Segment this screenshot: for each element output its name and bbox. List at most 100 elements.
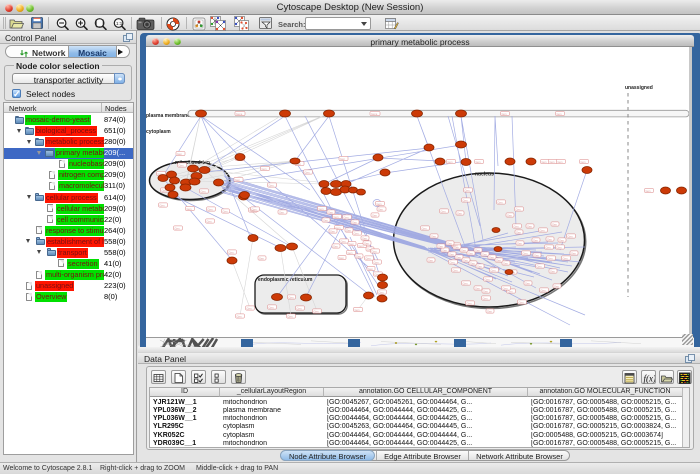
svg-text:Gen: Gen	[546, 245, 551, 249]
svg-text:Gen: Gen	[422, 226, 427, 230]
svg-text:Gen: Gen	[288, 314, 293, 318]
svg-text:Gen: Gen	[537, 264, 542, 268]
svg-text:Gen: Gen	[468, 251, 473, 255]
svg-text:Gen: Gen	[527, 224, 532, 228]
svg-text:Gen: Gen	[542, 160, 547, 164]
svg-text:Gen: Gen	[448, 160, 453, 164]
svg-text:Gen: Gen	[229, 250, 234, 254]
svg-text:Gen: Gen	[552, 222, 557, 226]
svg-text:Gen: Gen	[496, 258, 501, 262]
svg-text:Gen: Gen	[354, 231, 359, 235]
svg-text:Gen: Gen	[487, 309, 492, 313]
svg-text:Gen: Gen	[235, 178, 240, 182]
svg-text:Gen: Gen	[352, 220, 357, 224]
svg-text:Gen: Gen	[160, 203, 165, 207]
svg-text:Gen: Gen	[289, 295, 294, 299]
svg-text:Gen: Gen	[368, 267, 373, 271]
svg-text:Gen: Gen	[247, 306, 252, 310]
svg-text:Gen: Gen	[378, 207, 383, 211]
svg-text:Gen: Gen	[269, 305, 274, 309]
svg-text:Gen: Gen	[223, 209, 228, 213]
svg-text:Gen: Gen	[179, 163, 184, 167]
svg-text:Gen: Gen	[330, 229, 335, 233]
svg-text:Gen: Gen	[454, 245, 459, 249]
svg-text:Gen: Gen	[450, 260, 455, 264]
svg-text:Gen: Gen	[377, 202, 382, 206]
svg-text:Gen: Gen	[175, 226, 180, 230]
svg-text:Gen: Gen	[534, 253, 539, 257]
svg-text:Gen: Gen	[507, 213, 512, 217]
svg-text:Gen: Gen	[372, 213, 377, 217]
svg-text:Gen: Gen	[514, 224, 519, 228]
svg-text:Gen: Gen	[319, 207, 324, 211]
svg-text:Gen: Gen	[457, 211, 462, 215]
svg-text:Gen: Gen	[356, 254, 361, 258]
svg-text:Gen: Gen	[482, 252, 487, 256]
svg-text:Gen: Gen	[563, 256, 568, 260]
svg-text:Gene: Gene	[236, 112, 243, 116]
svg-text:Gen: Gen	[491, 268, 496, 272]
svg-text:Gen: Gen	[533, 238, 538, 242]
svg-text:Gen: Gen	[187, 207, 192, 211]
svg-text:Gen: Gen	[550, 269, 555, 273]
svg-text:Gen: Gen	[568, 234, 573, 238]
svg-text:Gen: Gen	[348, 251, 353, 255]
svg-text:Gen: Gen	[461, 248, 466, 252]
svg-text:Gen: Gen	[489, 255, 494, 259]
svg-text:Gen: Gen	[344, 215, 349, 219]
svg-text:Gen: Gen	[554, 284, 559, 288]
svg-text:Gen: Gen	[477, 264, 482, 268]
svg-text:Gen: Gen	[502, 112, 507, 116]
svg-text:Gen: Gen	[177, 152, 182, 156]
svg-text:Gen: Gen	[341, 239, 346, 243]
svg-text:Gen: Gen	[516, 230, 521, 234]
svg-text:nucleus: nucleus	[475, 172, 494, 178]
svg-text:Gen: Gen	[547, 237, 552, 241]
svg-text:Gen: Gen	[447, 241, 452, 245]
svg-text:Gen: Gen	[336, 226, 341, 230]
svg-text:Gen: Gen	[467, 301, 472, 305]
svg-text:Gen: Gen	[571, 251, 576, 255]
svg-text:Gen: Gen	[379, 290, 384, 294]
svg-text:Gen: Gen	[305, 170, 310, 174]
svg-text:Gen: Gen	[503, 261, 508, 265]
svg-text:Gen: Gen	[498, 200, 503, 204]
svg-text:Gen: Gen	[442, 248, 447, 252]
svg-text:1:1: 1:1	[116, 21, 123, 26]
svg-text:Gen: Gen	[279, 210, 284, 214]
svg-text:Gen: Gen	[475, 248, 480, 252]
svg-text:Gene: Gene	[371, 112, 378, 116]
svg-text:Gen: Gen	[366, 256, 371, 260]
svg-text:Gen: Gen	[581, 160, 586, 164]
svg-text:Gen: Gen	[201, 189, 206, 193]
svg-text:Gen: Gen	[519, 300, 524, 304]
svg-text:Gen: Gen	[428, 258, 433, 262]
svg-text:Gen: Gen	[508, 289, 513, 293]
svg-text:f(x): f(x)	[644, 374, 656, 384]
svg-text:Gen: Gen	[470, 261, 475, 265]
svg-text:Gen: Gen	[548, 256, 553, 260]
svg-text:Gen: Gen	[540, 228, 545, 232]
svg-text:Gen: Gen	[483, 289, 488, 293]
svg-text:Gen: Gen	[328, 210, 333, 214]
svg-text:Gen: Gen	[541, 288, 546, 292]
svg-text:Gen: Gen	[259, 256, 264, 260]
svg-text:Gen: Gen	[465, 188, 470, 192]
svg-text:Gen: Gen	[339, 256, 344, 260]
svg-text:Gen: Gen	[485, 277, 490, 281]
svg-text:Gen: Gen	[483, 296, 488, 300]
svg-text:Gen: Gen	[516, 207, 521, 211]
svg-text:Gen: Gen	[262, 167, 267, 171]
svg-text:Gen: Gen	[374, 260, 379, 264]
svg-text:Gen: Gen	[463, 258, 468, 262]
svg-text:Gen: Gen	[463, 198, 468, 202]
svg-text:Gen: Gen	[646, 189, 651, 193]
svg-text:Gen: Gen	[449, 252, 454, 256]
svg-text:Gen: Gen	[441, 209, 446, 213]
svg-text:Gen: Gen	[559, 238, 564, 242]
svg-text:Gen: Gen	[323, 218, 328, 222]
svg-text:Gen: Gen	[355, 308, 360, 312]
svg-text:Gen: Gen	[372, 249, 377, 253]
svg-text:Gen: Gen	[207, 219, 212, 223]
svg-text:Gen: Gen	[476, 160, 481, 164]
